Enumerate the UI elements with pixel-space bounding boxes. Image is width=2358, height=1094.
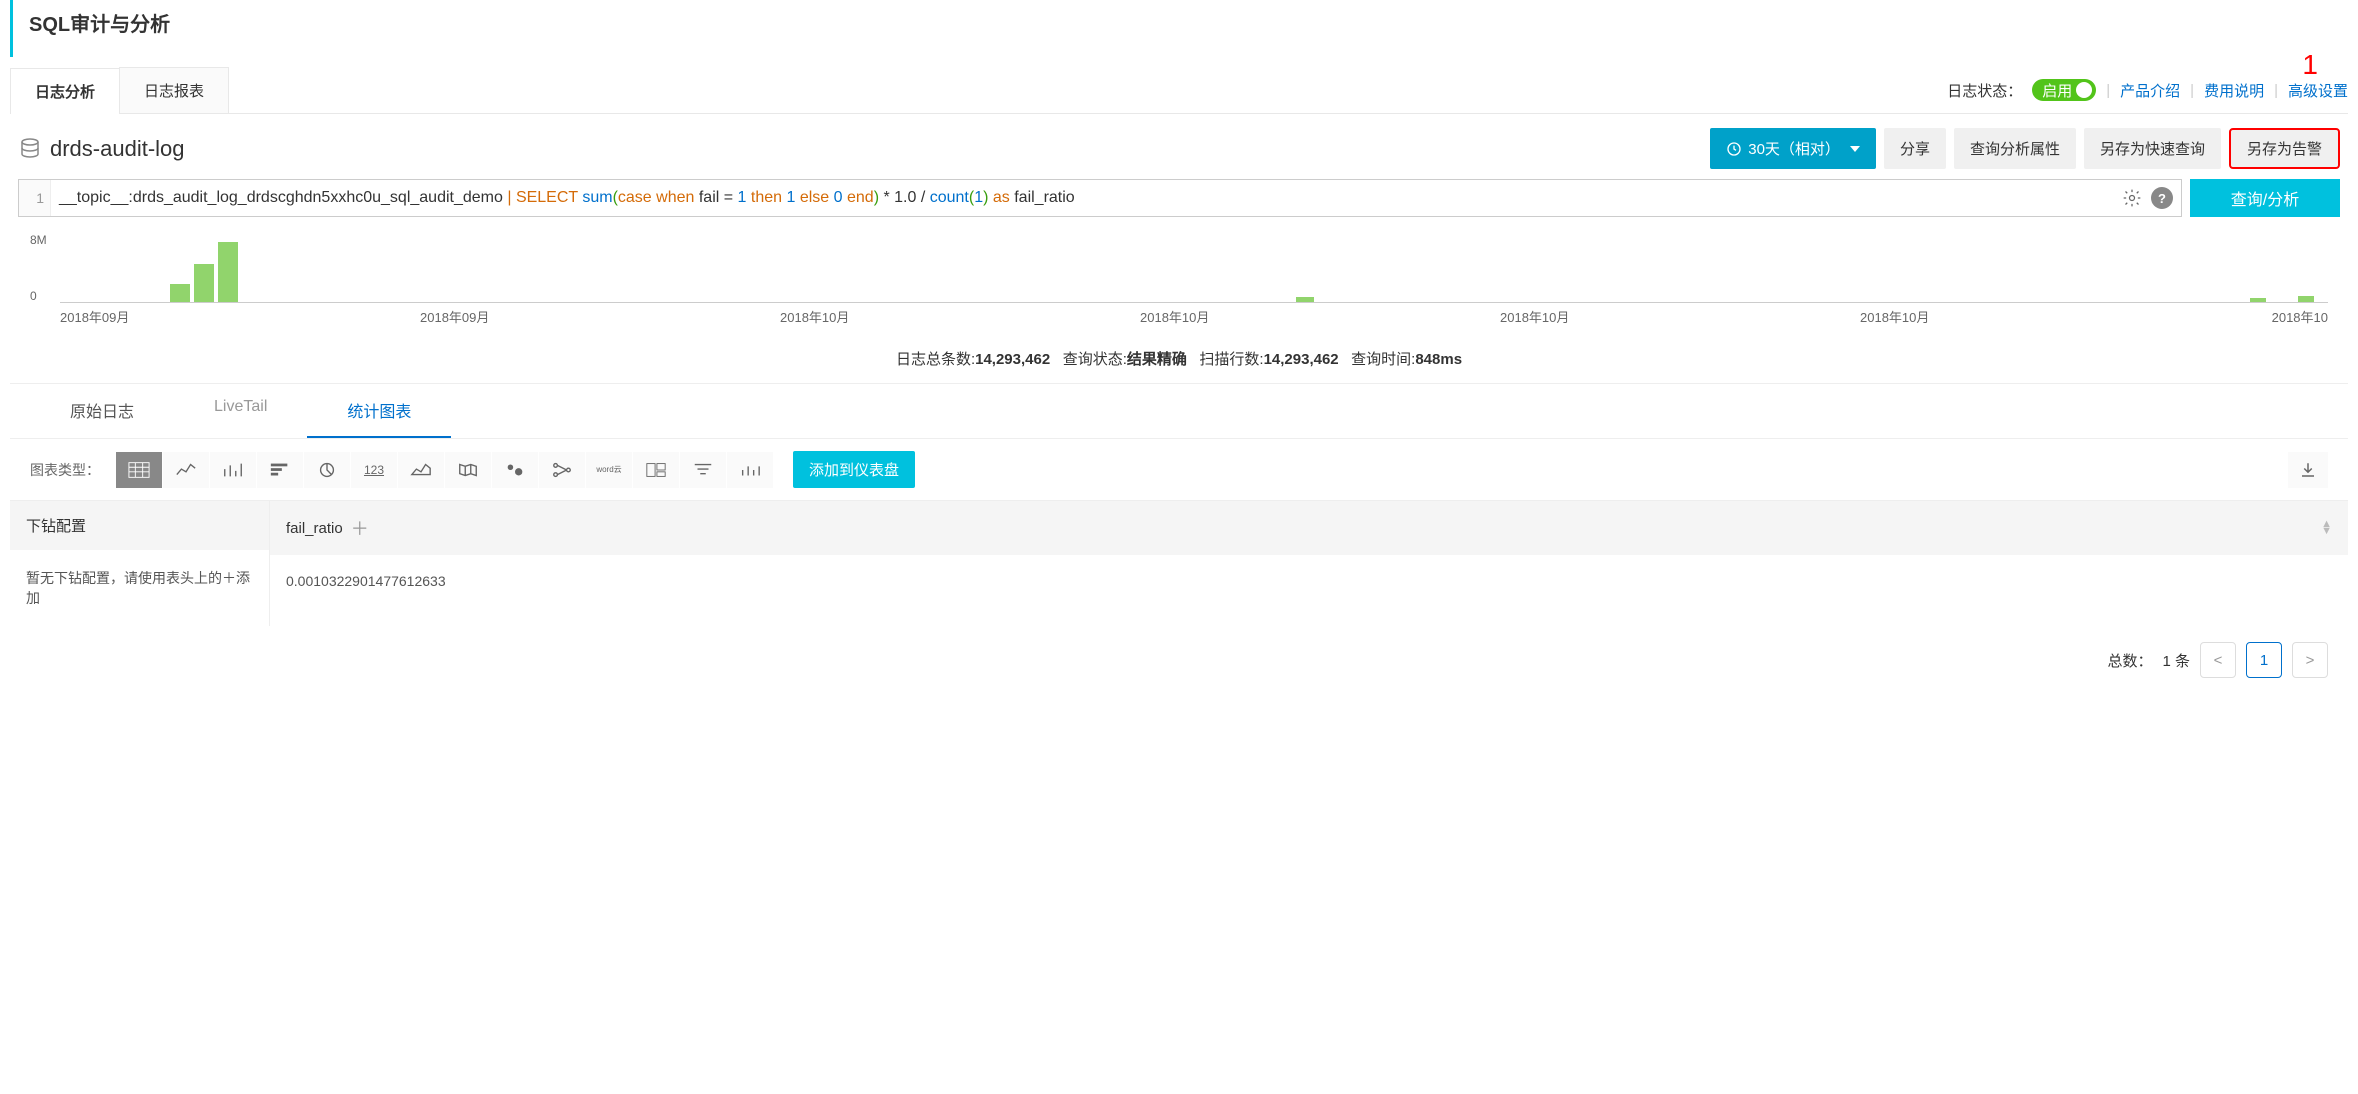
- total-value: 1 条: [2162, 650, 2190, 671]
- log-enable-toggle[interactable]: 启用: [2032, 79, 2096, 101]
- pagination: 总数： 1 条 < 1 >: [10, 626, 2348, 694]
- save-quick-query-button[interactable]: 另存为快速查询: [2084, 128, 2221, 169]
- result-cell: 0.0010322901477612633: [270, 555, 2348, 607]
- chart-type-gauge-icon[interactable]: [727, 452, 773, 488]
- add-to-dashboard-button[interactable]: 添加到仪表盘: [793, 451, 915, 488]
- chart-type-funnel-icon[interactable]: [680, 452, 726, 488]
- x-tick: 2018年10月: [1140, 307, 1500, 326]
- drill-config-header: 下钻配置: [10, 501, 269, 550]
- help-icon[interactable]: ?: [2151, 187, 2173, 209]
- y-min: 0: [30, 289, 47, 303]
- clock-icon: [1726, 141, 1742, 157]
- chart-type-sankey-icon[interactable]: [539, 452, 585, 488]
- chart-type-hbar-icon[interactable]: [257, 452, 303, 488]
- prev-page-button[interactable]: <: [2200, 642, 2236, 678]
- x-tick: 2018年10: [2220, 307, 2328, 326]
- product-intro-link[interactable]: 产品介绍: [2120, 80, 2180, 101]
- save-alert-button[interactable]: 另存为告警: [2229, 128, 2340, 169]
- x-tick: 2018年10月: [780, 307, 1140, 326]
- chart-type-map-icon[interactable]: [445, 452, 491, 488]
- histogram-bar[interactable]: [218, 242, 238, 302]
- tab-livetail[interactable]: LiveTail: [174, 384, 307, 438]
- column-header[interactable]: fail_ratio ＋ ▲▼: [270, 501, 2348, 555]
- histogram-bar[interactable]: [194, 264, 214, 302]
- histogram: 8M 0 2018年09月 2018年09月 2018年10月 2018年10月…: [10, 225, 2348, 334]
- query-row: 1 __topic__:drds_audit_log_drdscghdn5xxh…: [10, 179, 2348, 225]
- chart-type-label: 图表类型：: [30, 460, 100, 480]
- query-input[interactable]: 1 __topic__:drds_audit_log_drdscghdn5xxh…: [18, 179, 2182, 217]
- log-title: drds-audit-log: [18, 136, 185, 162]
- gear-icon[interactable]: [2121, 187, 2143, 209]
- query-text[interactable]: __topic__:drds_audit_log_drdscghdn5xxhc0…: [51, 189, 2121, 207]
- histogram-bar[interactable]: [1296, 297, 1314, 302]
- tab-stat-chart[interactable]: 统计图表: [307, 384, 451, 438]
- sort-icon[interactable]: ▲▼: [2321, 521, 2332, 535]
- chart-type-wordcloud-icon[interactable]: word云: [586, 452, 632, 488]
- result-tabs: 原始日志 LiveTail 统计图表: [10, 384, 2348, 439]
- stats-row: 日志总条数:14,293,462 查询状态:结果精确 扫描行数:14,293,4…: [10, 334, 2348, 384]
- time-range-button[interactable]: 30天（相对）: [1710, 128, 1876, 169]
- top-right-bar: 1 日志状态： 启用 | 产品介绍 | 费用说明 | 高级设置: [1947, 79, 2348, 101]
- chart-type-treemap-icon[interactable]: [633, 452, 679, 488]
- main-tabs: 日志分析 日志报表 1 日志状态： 启用 | 产品介绍 | 费用说明 | 高级设…: [10, 67, 2348, 114]
- x-tick: 2018年10月: [1860, 307, 2220, 326]
- chart-type-table-icon[interactable]: [116, 452, 162, 488]
- page-1-button[interactable]: 1: [2246, 642, 2282, 678]
- total-label: 总数：: [2107, 650, 2152, 671]
- next-page-button[interactable]: >: [2292, 642, 2328, 678]
- x-tick: 2018年09月: [60, 307, 420, 326]
- drill-config-empty: 暂无下钻配置，请使用表头上的＋添加: [10, 550, 269, 626]
- query-attr-button[interactable]: 查询分析属性: [1954, 128, 2076, 169]
- chevron-down-icon: [1850, 146, 1860, 152]
- page-title: SQL审计与分析: [10, 0, 2348, 57]
- tab-log-report[interactable]: 日志报表: [119, 67, 229, 113]
- chart-type-bar-icon[interactable]: [210, 452, 256, 488]
- chart-type-number-icon[interactable]: 123: [351, 452, 397, 488]
- annotation-1: 1: [2302, 49, 2318, 81]
- histogram-bar[interactable]: [2250, 298, 2266, 302]
- run-query-button[interactable]: 查询/分析: [2190, 179, 2340, 217]
- chart-type-pie-icon[interactable]: [304, 452, 350, 488]
- add-column-icon[interactable]: ＋: [351, 515, 369, 541]
- share-button[interactable]: 分享: [1884, 128, 1946, 169]
- chart-type-area-icon[interactable]: [398, 452, 444, 488]
- chart-type-line-icon[interactable]: [163, 452, 209, 488]
- histogram-bar[interactable]: [170, 284, 190, 302]
- cost-desc-link[interactable]: 费用说明: [2204, 80, 2264, 101]
- database-icon: [18, 137, 42, 161]
- tab-raw-log[interactable]: 原始日志: [30, 384, 174, 438]
- x-tick: 2018年10月: [1500, 307, 1860, 326]
- line-number: 1: [19, 180, 51, 216]
- chart-type-row: 图表类型： 123 word云 添加到仪表盘: [10, 439, 2348, 500]
- advanced-settings-link[interactable]: 高级设置: [2288, 80, 2348, 101]
- x-tick: 2018年09月: [420, 307, 780, 326]
- log-status-label: 日志状态：: [1947, 80, 2022, 101]
- chart-type-heatmap-icon[interactable]: [492, 452, 538, 488]
- y-max: 8M: [30, 233, 47, 247]
- tab-log-analysis[interactable]: 日志分析: [10, 68, 120, 114]
- result-table: 下钻配置 暂无下钻配置，请使用表头上的＋添加 fail_ratio ＋ ▲▼ 0…: [10, 500, 2348, 626]
- toolbar: drds-audit-log 30天（相对） 分享 查询分析属性 另存为快速查询…: [10, 114, 2348, 179]
- histogram-bar[interactable]: [2298, 296, 2314, 302]
- download-icon[interactable]: [2288, 452, 2328, 488]
